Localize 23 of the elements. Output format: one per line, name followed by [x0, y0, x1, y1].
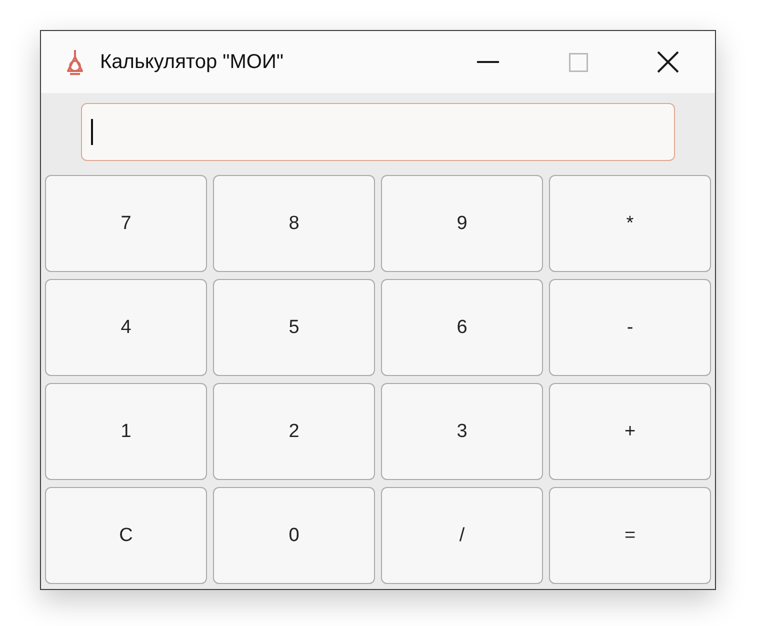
- key-button[interactable]: 3: [381, 383, 543, 480]
- key-button[interactable]: 9: [381, 175, 543, 272]
- compass-icon: [65, 49, 85, 75]
- text-cursor-icon: [91, 119, 92, 145]
- key-button[interactable]: 7: [45, 175, 207, 272]
- key-button[interactable]: 1: [45, 383, 207, 480]
- key-button[interactable]: +: [549, 383, 711, 480]
- key-button[interactable]: 8: [213, 175, 375, 272]
- key-button[interactable]: 5: [213, 279, 375, 376]
- key-button[interactable]: 4: [45, 279, 207, 376]
- minimize-icon: [477, 61, 499, 63]
- input-field[interactable]: [81, 103, 675, 161]
- key-button[interactable]: 0: [213, 487, 375, 584]
- key-button[interactable]: =: [549, 487, 711, 584]
- key-button[interactable]: C: [45, 487, 207, 584]
- close-icon: [657, 51, 679, 73]
- key-button[interactable]: 6: [381, 279, 543, 376]
- key-button[interactable]: 2: [213, 383, 375, 480]
- key-button[interactable]: /: [381, 487, 543, 584]
- key-button[interactable]: -: [549, 279, 711, 376]
- window-title: Калькулятор "МОИ": [100, 50, 284, 74]
- maximize-icon: [568, 52, 588, 72]
- key-button[interactable]: *: [549, 175, 711, 272]
